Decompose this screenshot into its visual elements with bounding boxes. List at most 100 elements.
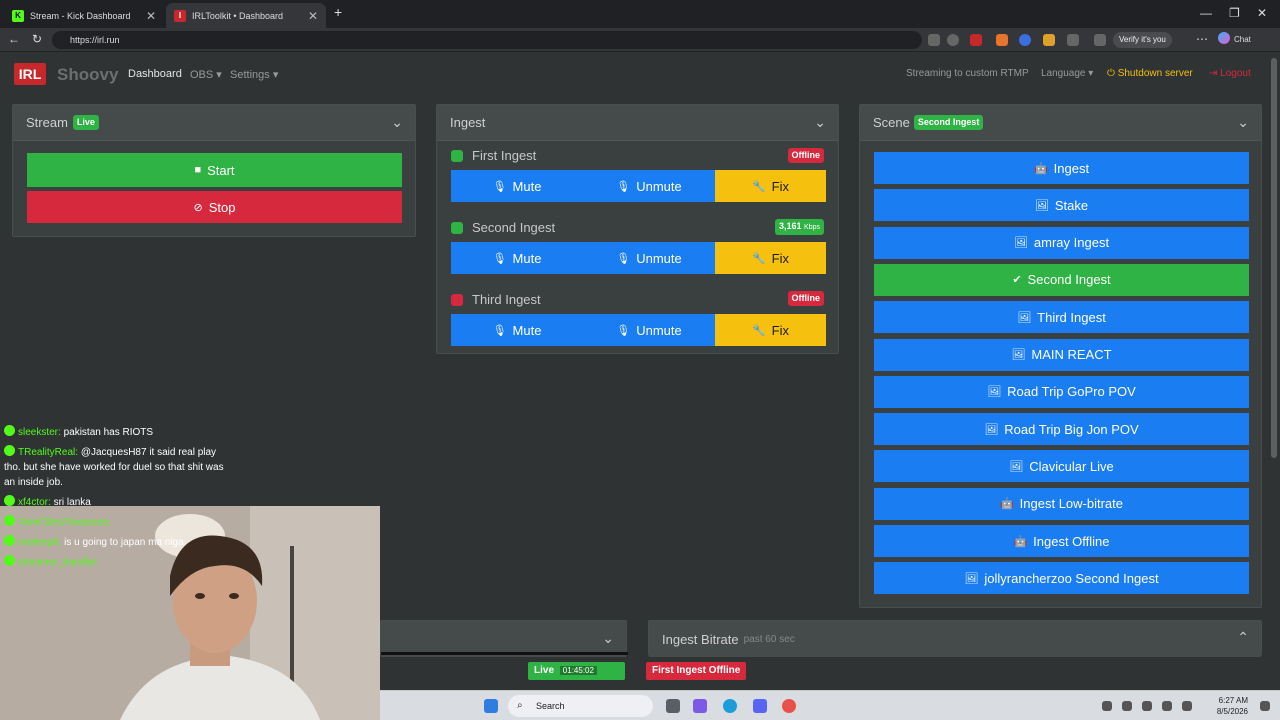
nav-dashboard[interactable]: Dashboard: [128, 68, 182, 80]
extension-icon[interactable]: [970, 34, 982, 46]
scene-button[interactable]: 🖼 Road Trip GoPro POV: [874, 375, 1249, 408]
unmute-label: Unmute: [636, 322, 682, 338]
close-tab-icon[interactable]: ✕: [308, 9, 318, 23]
unmute-button[interactable]: 🎙 Unmute: [583, 242, 715, 274]
unmute-label: Unmute: [636, 250, 682, 266]
scene-button[interactable]: 🤖 Ingest Low-bitrate: [874, 487, 1249, 520]
mute-button[interactable]: 🎙 Mute: [451, 242, 583, 274]
fix-button[interactable]: 🔧 Fix: [715, 242, 826, 274]
edge-icon[interactable]: [723, 699, 737, 713]
search-icon: ⌕: [517, 700, 523, 711]
scene-button[interactable]: 🤖 Ingest: [874, 152, 1249, 184]
notification-bell-icon[interactable]: [1260, 701, 1270, 711]
back-icon[interactable]: ←: [8, 32, 20, 46]
bitrate-panel-header[interactable]: Ingest Bitrate past 60 sec ⌃: [649, 621, 1261, 657]
scene-button[interactable]: 🖼 amray Ingest: [874, 226, 1249, 259]
clock-date: 8/5/2026: [1216, 707, 1248, 716]
unmute-button[interactable]: 🎙 Unmute: [583, 170, 715, 202]
chat-label: Chat: [1234, 35, 1251, 44]
scene-button[interactable]: 🖼 Road Trip Big Jon POV: [874, 413, 1249, 446]
nav-settings-label: Settings: [230, 69, 270, 81]
new-tab-icon[interactable]: +: [334, 4, 342, 20]
caret-down-icon: ▾: [1088, 68, 1094, 79]
volume-icon[interactable]: [1182, 701, 1192, 711]
copilot-chat-button[interactable]: Chat: [1218, 32, 1251, 48]
tab-kick-dashboard[interactable]: K Stream - Kick Dashboard ✕: [4, 3, 164, 28]
wrench-icon: 🔧: [751, 180, 766, 193]
microphone-icon: 🎙: [616, 180, 631, 193]
extension-icon[interactable]: [1043, 34, 1055, 46]
scene-button[interactable]: ✔ Second Ingest: [874, 263, 1249, 296]
mute-button[interactable]: 🎙 Mute: [451, 170, 583, 202]
scene-label: Road Trip Big Jon POV: [1004, 421, 1139, 437]
chevron-down-icon[interactable]: ⌄: [814, 114, 826, 131]
fix-button[interactable]: 🔧 Fix: [715, 314, 826, 346]
ingest-name: First Ingest: [472, 148, 537, 163]
chat-username: nosleep6:: [18, 537, 62, 548]
chevron-down-icon[interactable]: ⌄: [391, 114, 403, 131]
close-window-icon[interactable]: ✕: [1257, 6, 1267, 20]
scene-panel-header[interactable]: Scene Second Ingest ⌄: [860, 105, 1261, 141]
star-icon[interactable]: [947, 34, 959, 46]
address-bar[interactable]: https://irl.run: [52, 31, 922, 49]
tab-irltoolkit-dashboard[interactable]: I IRLToolkit • Dashboard ✕: [166, 3, 326, 28]
favorites-icon[interactable]: [1094, 34, 1106, 46]
logout-button[interactable]: ⇥ Logout: [1209, 68, 1251, 79]
scene-button[interactable]: 🖼 Stake: [874, 189, 1249, 222]
taskbar-search[interactable]: ⌕ Search: [508, 695, 653, 717]
caret-down-icon: ▾: [272, 69, 279, 81]
restore-icon[interactable]: ❐: [1229, 6, 1240, 20]
scene-button[interactable]: 🖼 MAIN REACT: [874, 338, 1249, 371]
nav-settings[interactable]: Settings ▾: [230, 68, 278, 81]
nav-obs[interactable]: OBS ▾: [190, 68, 222, 81]
fix-button[interactable]: 🔧 Fix: [715, 170, 826, 202]
status-badge: Offline: [787, 291, 824, 306]
close-tab-icon[interactable]: ✕: [146, 9, 156, 23]
scene-button[interactable]: 🖼 jollyrancherzoo Second Ingest: [874, 562, 1249, 595]
tray-chevron-icon[interactable]: [1102, 701, 1112, 711]
reload-icon[interactable]: ↻: [32, 32, 42, 46]
extension-icon[interactable]: [1019, 34, 1031, 46]
scene-button[interactable]: 🤖 Ingest Offline: [874, 525, 1249, 557]
network-icon[interactable]: [1122, 701, 1132, 711]
task-view-icon[interactable]: [666, 699, 680, 713]
scene-label: Ingest: [1053, 160, 1090, 176]
chat-message: nosleep6: is u going to japan ma niga: [0, 535, 230, 550]
image-icon: 🖼: [987, 386, 1002, 399]
minimize-icon[interactable]: —: [1200, 6, 1212, 20]
mute-button[interactable]: 🎙 Mute: [451, 314, 583, 346]
chevron-up-icon[interactable]: ⌃: [1237, 629, 1249, 646]
power-icon: ⏻: [1107, 68, 1115, 79]
extension-icon[interactable]: [1067, 34, 1079, 46]
ingest-name: Third Ingest: [472, 292, 541, 307]
unmute-button[interactable]: 🎙 Unmute: [583, 314, 715, 346]
robot-icon: 🤖: [999, 498, 1014, 511]
shutdown-server-button[interactable]: ⏻ Shutdown server: [1107, 68, 1193, 79]
verify-button[interactable]: Verify it's you: [1113, 32, 1172, 48]
microphone-tray-icon[interactable]: [1142, 701, 1152, 711]
active-scene-badge: Second Ingest: [913, 115, 984, 130]
extension-icon[interactable]: [996, 34, 1008, 46]
ingest-panel-header[interactable]: Ingest ⌄: [437, 105, 838, 141]
status-badge: Offline: [787, 148, 824, 163]
fix-label: Fix: [771, 322, 790, 338]
chevron-down-icon[interactable]: ⌄: [1237, 114, 1249, 131]
start-stream-button[interactable]: ■ Start: [27, 153, 402, 187]
nav-language[interactable]: Language ▾: [1041, 68, 1093, 79]
chevron-down-icon[interactable]: ⌄: [602, 630, 614, 647]
wifi-icon[interactable]: [1162, 701, 1172, 711]
reader-icon[interactable]: [928, 34, 940, 46]
more-icon[interactable]: ⋯: [1196, 32, 1208, 46]
copilot-app-icon[interactable]: [693, 699, 707, 713]
page-scrollbar[interactable]: [1271, 58, 1277, 458]
stop-stream-button[interactable]: ⊘ Stop: [27, 191, 402, 223]
scene-button[interactable]: 🖼 Clavicular Live: [874, 450, 1249, 483]
taskbar-clock[interactable]: 6:27 AM 8/5/2026: [1217, 695, 1248, 717]
discord-icon[interactable]: [753, 699, 767, 713]
chat-message: sleekster: pakistan has RIOTS: [0, 425, 230, 440]
app-icon[interactable]: [782, 699, 796, 713]
stream-panel-header[interactable]: Stream Live ⌄: [13, 105, 415, 141]
scene-button[interactable]: 🖼 Third Ingest: [874, 301, 1249, 334]
robot-icon: 🤖: [1033, 162, 1048, 175]
windows-start-icon[interactable]: [484, 699, 498, 713]
